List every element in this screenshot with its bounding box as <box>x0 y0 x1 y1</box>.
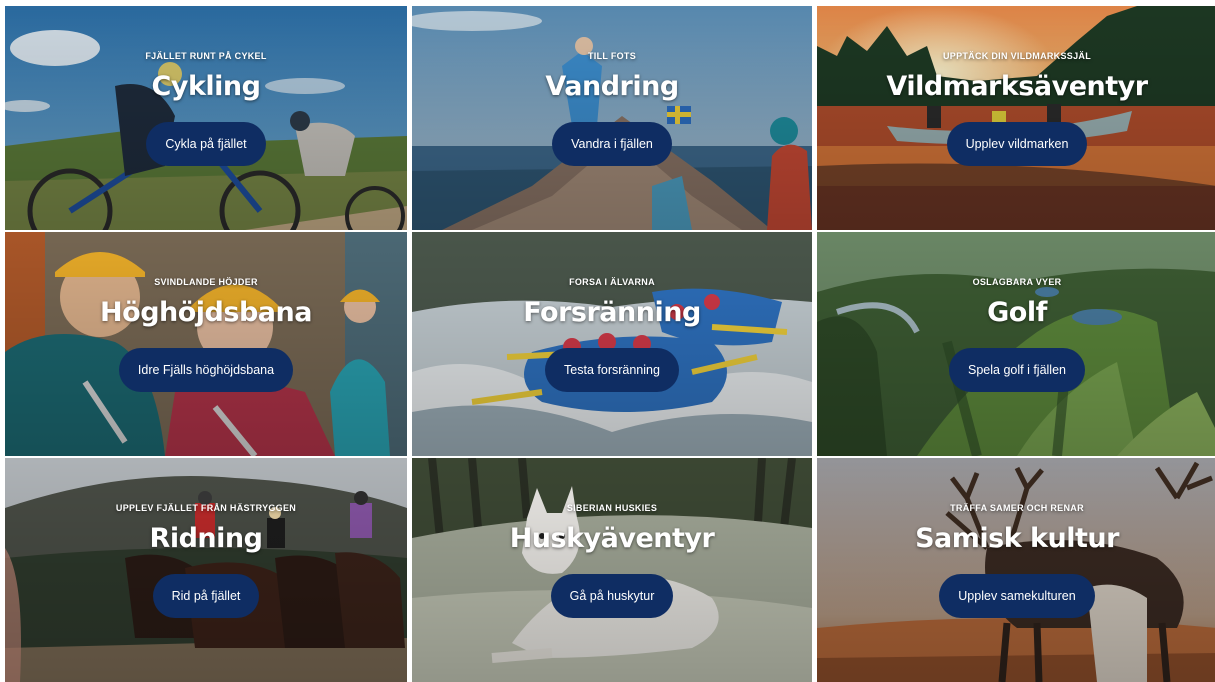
tile-vildmark[interactable]: UPPTÄCK DIN VILDMARKSSJÄL Vildmarksävent… <box>817 6 1215 230</box>
tile-eyebrow: TILL FOTS <box>587 51 637 61</box>
tile-eyebrow: UPPTÄCK DIN VILDMARKSSJÄL <box>942 51 1091 61</box>
ridning-button[interactable]: Rid på fjället <box>152 574 260 618</box>
tile-content: UPPTÄCK DIN VILDMARKSSJÄL Vildmarksävent… <box>817 6 1215 230</box>
tile-title: Golf <box>987 297 1047 328</box>
tile-content: SVINDLANDE HÖJDER Höghöjdsbana Idre Fjäl… <box>5 232 407 456</box>
activity-grid: FJÄLLET RUNT PÅ CYKEL Cykling Cykla på f… <box>0 0 1215 682</box>
forsranning-button[interactable]: Testa forsränning <box>545 348 679 392</box>
tile-title: Vandring <box>545 71 679 102</box>
tile-eyebrow: FORSA I ÄLVARNA <box>569 277 655 287</box>
tile-eyebrow: FJÄLLET RUNT PÅ CYKEL <box>145 51 267 61</box>
tile-content: FORSA I ÄLVARNA Forsränning Testa forsrä… <box>412 232 812 456</box>
tile-cykling[interactable]: FJÄLLET RUNT PÅ CYKEL Cykling Cykla på f… <box>5 6 407 230</box>
tile-title: Huskyäventyr <box>509 523 715 554</box>
tile-eyebrow: TRÄFFA SAMER OCH RENAR <box>950 503 1084 513</box>
cykla-button[interactable]: Cykla på fjället <box>146 122 266 166</box>
tile-title: Forsränning <box>523 297 701 328</box>
golf-button[interactable]: Spela golf i fjällen <box>949 348 1085 392</box>
tile-title: Ridning <box>149 523 263 554</box>
tile-vandring[interactable]: TILL FOTS Vandring Vandra i fjällen <box>412 6 812 230</box>
tile-ridning[interactable]: UPPLEV FJÄLLET FRÅN HÄSTRYGGEN Ridning R… <box>5 458 407 682</box>
tile-title: Höghöjdsbana <box>100 297 312 328</box>
tile-content: FJÄLLET RUNT PÅ CYKEL Cykling Cykla på f… <box>5 6 407 230</box>
tile-hoghojdsbana[interactable]: SVINDLANDE HÖJDER Höghöjdsbana Idre Fjäl… <box>5 232 407 456</box>
tile-eyebrow: SVINDLANDE HÖJDER <box>154 277 258 287</box>
tile-husky[interactable]: SIBERIAN HUSKIES Huskyäventyr Gå på husk… <box>412 458 812 682</box>
tile-title: Cykling <box>151 71 261 102</box>
tile-eyebrow: SIBERIAN HUSKIES <box>566 503 658 513</box>
tile-content: SIBERIAN HUSKIES Huskyäventyr Gå på husk… <box>412 458 812 682</box>
husky-button[interactable]: Gå på huskytur <box>550 574 674 618</box>
samekultur-button[interactable]: Upplev samekulturen <box>939 574 1095 618</box>
tile-golf[interactable]: OSLAGBARA VYER Golf Spela golf i fjällen <box>817 232 1215 456</box>
vildmark-button[interactable]: Upplev vildmarken <box>946 122 1088 166</box>
tile-forsranning[interactable]: FORSA I ÄLVARNA Forsränning Testa forsrä… <box>412 232 812 456</box>
hoghojdsbana-button[interactable]: Idre Fjälls höghöjdsbana <box>118 348 294 392</box>
tile-content: TILL FOTS Vandring Vandra i fjällen <box>412 6 812 230</box>
vandra-button[interactable]: Vandra i fjällen <box>552 122 672 166</box>
tile-title: Samisk kultur <box>915 523 1119 554</box>
tile-content: OSLAGBARA VYER Golf Spela golf i fjällen <box>817 232 1215 456</box>
tile-content: UPPLEV FJÄLLET FRÅN HÄSTRYGGEN Ridning R… <box>5 458 407 682</box>
tile-eyebrow: UPPLEV FJÄLLET FRÅN HÄSTRYGGEN <box>115 503 297 513</box>
tile-samisk-kultur[interactable]: TRÄFFA SAMER OCH RENAR Samisk kultur Upp… <box>817 458 1215 682</box>
tile-content: TRÄFFA SAMER OCH RENAR Samisk kultur Upp… <box>817 458 1215 682</box>
tile-title: Vildmarksäventyr <box>886 71 1148 102</box>
tile-eyebrow: OSLAGBARA VYER <box>972 277 1062 287</box>
